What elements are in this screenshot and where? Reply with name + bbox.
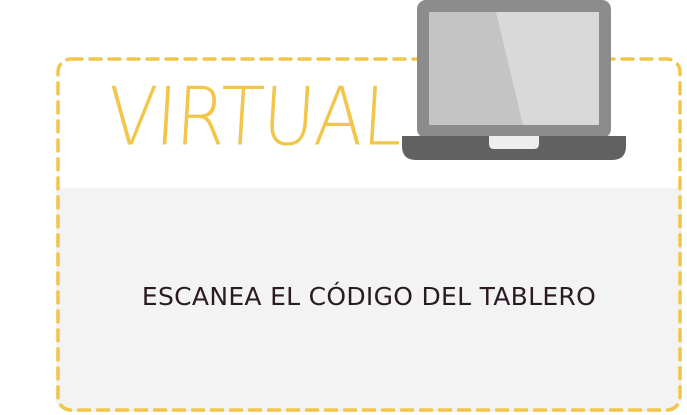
virtual-card-graphic: VIRTUAL ESCANEA EL CÓDIGO DEL TABLERO <box>0 0 687 415</box>
card-title: VIRTUAL <box>104 69 405 164</box>
scan-instruction: ESCANEA EL CÓDIGO DEL TABLERO <box>141 282 597 311</box>
laptop-icon <box>402 0 626 160</box>
